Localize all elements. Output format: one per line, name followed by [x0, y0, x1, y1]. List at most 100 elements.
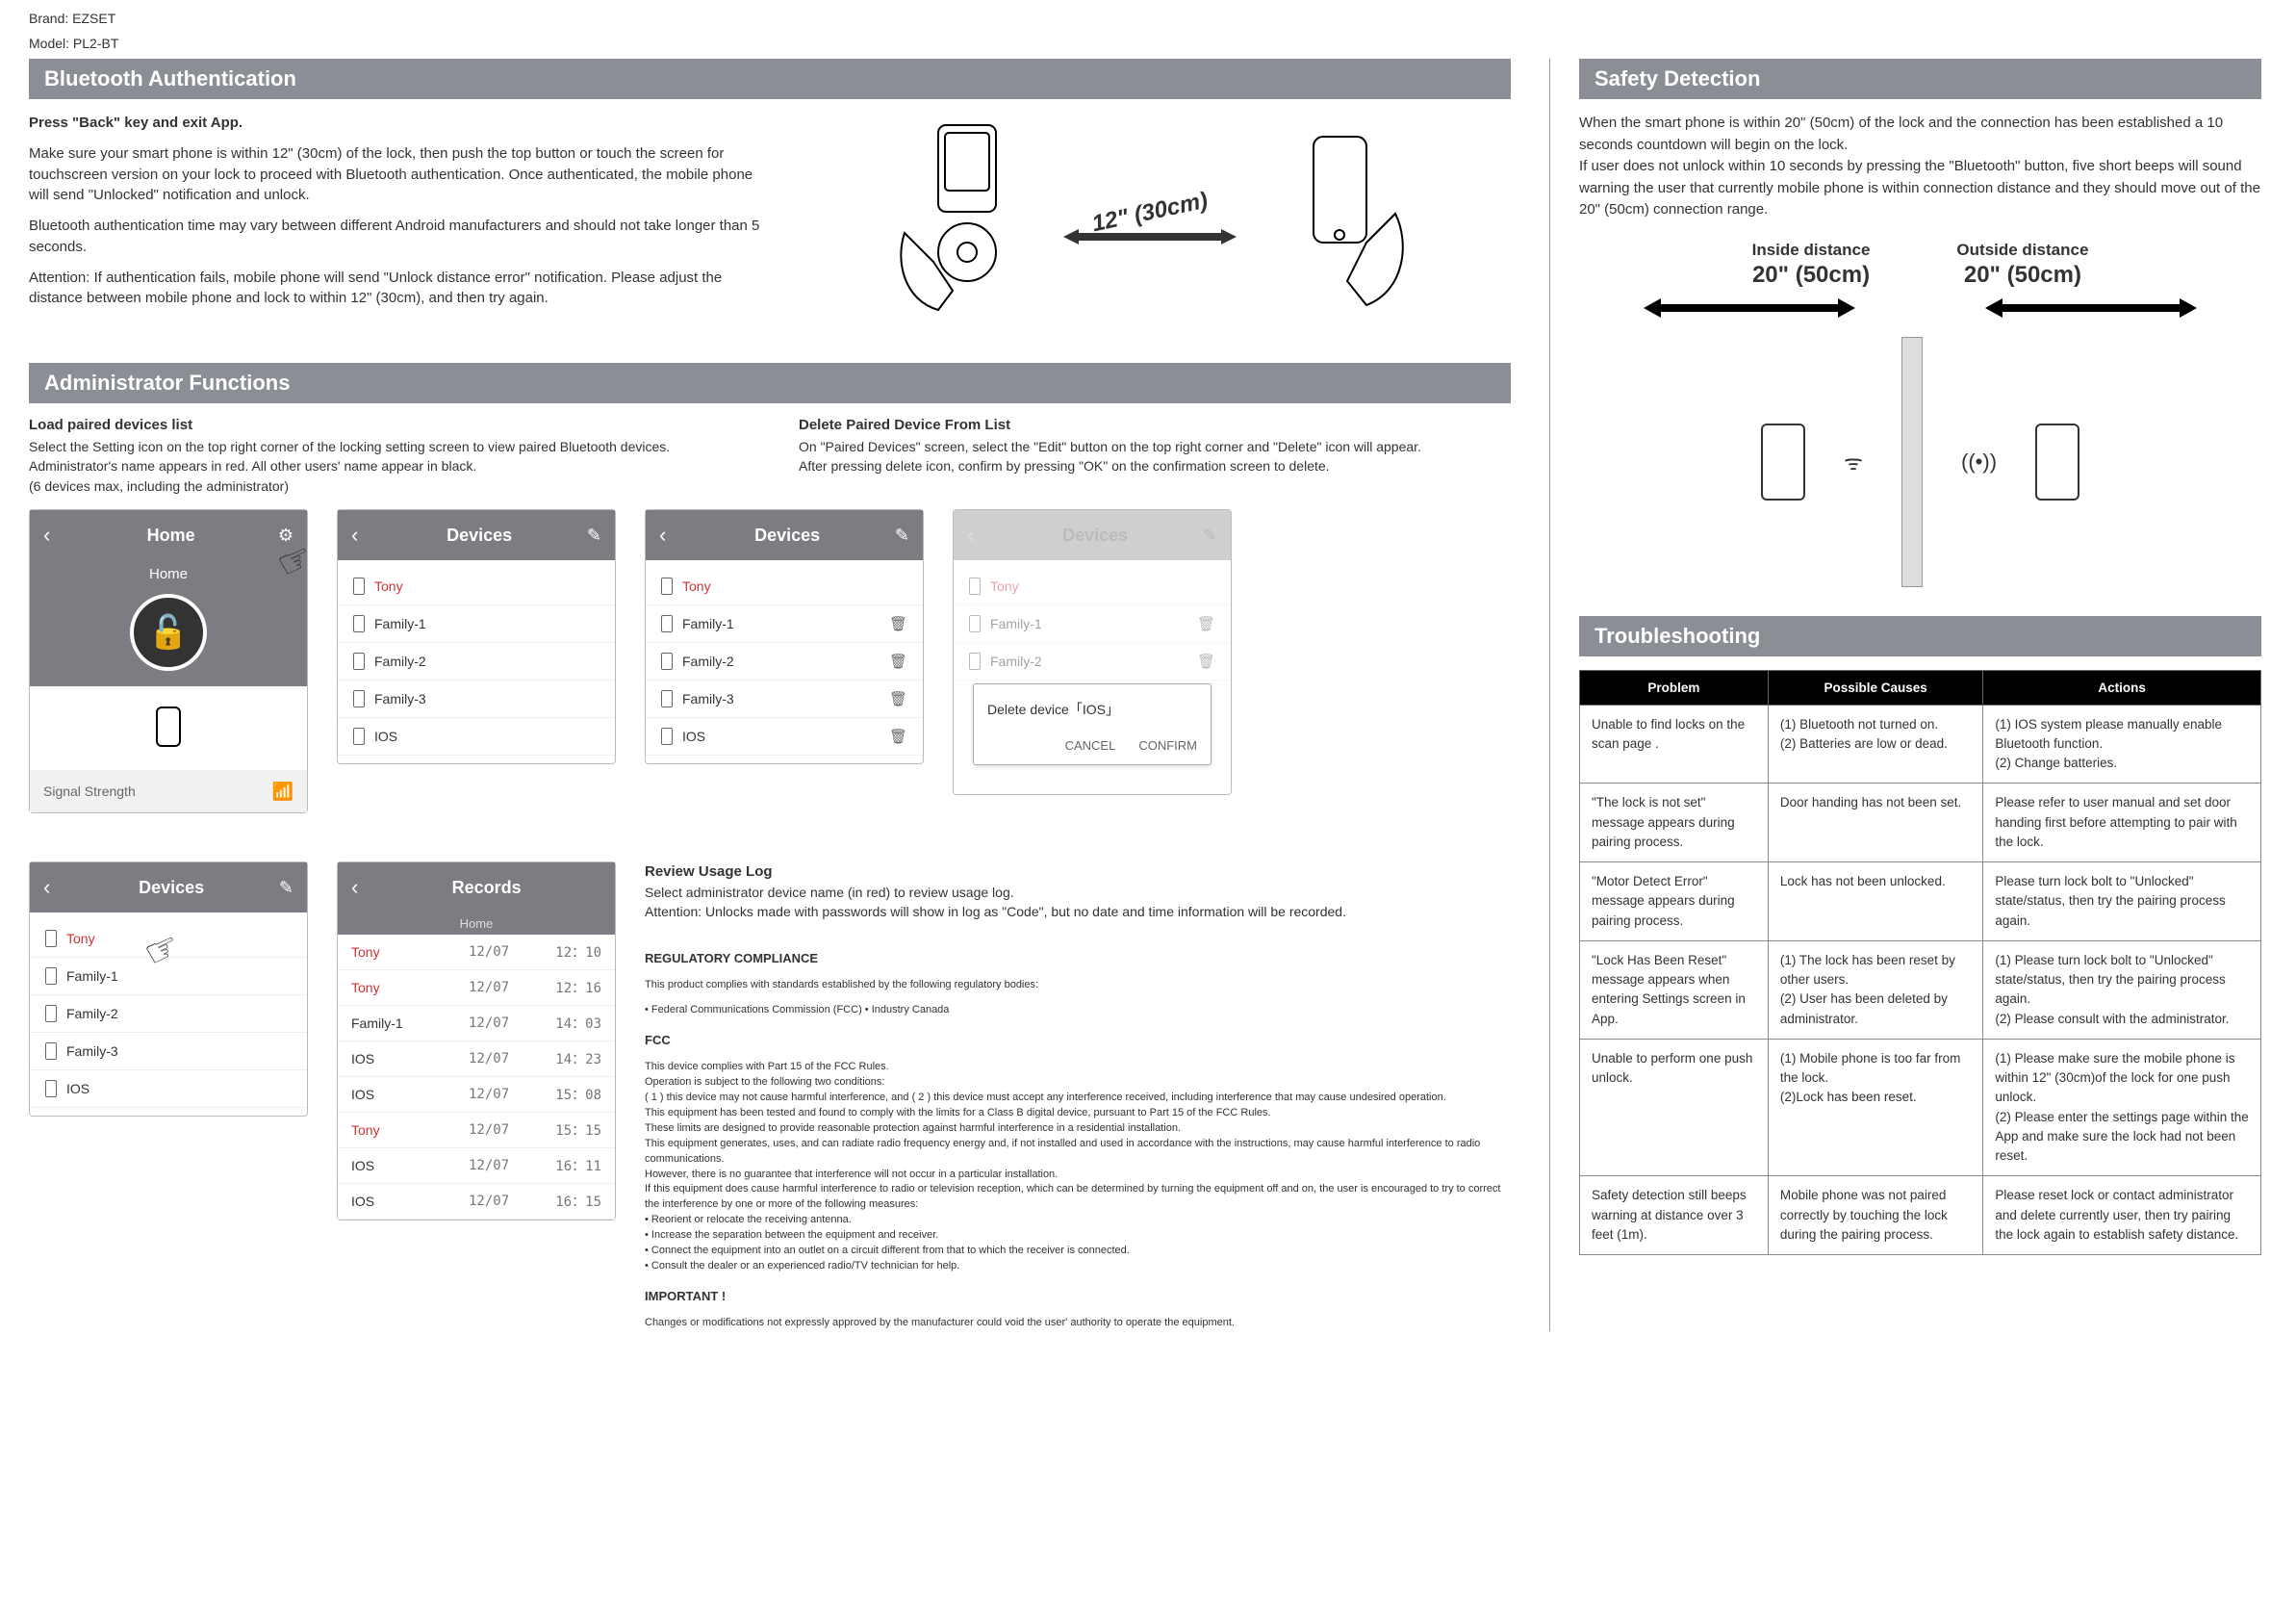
outside-phone-icon — [2035, 424, 2079, 501]
device-name: Family-2 — [990, 654, 1042, 669]
list-item[interactable]: Family-3 — [338, 681, 615, 718]
phone-icon — [969, 615, 981, 632]
devices-confirm-screen: ‹ Devices ✎ TonyFamily-1🗑Family-2🗑 Delet… — [953, 509, 1232, 795]
table-row[interactable]: Tony12/0712：10 — [338, 935, 615, 970]
list-item[interactable]: Family-1 — [338, 605, 615, 643]
back-icon[interactable]: ‹ — [351, 523, 358, 548]
list-item[interactable]: Tony — [646, 568, 923, 605]
phone-icon — [969, 578, 981, 595]
section-admin-functions: Administrator Functions — [29, 363, 1511, 403]
trash-icon[interactable]: 🗑 — [889, 653, 907, 670]
edit-icon[interactable]: ✎ — [279, 878, 293, 898]
distance-arrow-icon — [1063, 226, 1237, 247]
list-item[interactable]: Family-1 🗑 — [954, 605, 1231, 643]
device-name: Family-1 — [990, 616, 1042, 631]
confirm-button[interactable]: CONFIRM — [1138, 738, 1197, 753]
records-title: Records — [371, 878, 601, 898]
column-header: Possible Causes — [1768, 670, 1983, 705]
list-item[interactable]: IOS — [338, 718, 615, 756]
auth-attention: Attention: If authentication fails, mobi… — [29, 268, 760, 310]
dialog-message: Delete device「IOS」 — [987, 700, 1197, 719]
devices-delete-screen: ‹ Devices ✎ TonyFamily-1🗑Family-2🗑Family… — [645, 509, 924, 764]
phone-icon — [45, 930, 57, 947]
device-name: Family-1 — [66, 968, 118, 984]
fcc-body: This device complies with Part 15 of the… — [645, 1060, 1511, 1274]
devices-title: Devices — [371, 526, 587, 546]
trash-icon[interactable]: 🗑 — [1197, 653, 1215, 670]
list-item[interactable]: IOS — [30, 1070, 307, 1108]
list-item[interactable]: Family-3🗑 — [646, 681, 923, 718]
section-safety-detection: Safety Detection — [1579, 59, 2261, 99]
table-row[interactable]: IOS12/0716：11 — [338, 1148, 615, 1184]
regulatory-intro: This product complies with standards est… — [645, 978, 1511, 993]
inside-distance-arrow-icon — [1644, 296, 1855, 320]
auth-body1: Make sure your smart phone is within 12"… — [29, 143, 760, 206]
auth-illustration: 12" (30cm) — [789, 113, 1511, 334]
phone-glyph-icon — [155, 706, 182, 748]
trash-icon[interactable]: 🗑 — [889, 690, 907, 707]
device-name: Family-2 — [66, 1006, 118, 1021]
records-screen: ‹ Records Home Tony12/0712：10Tony12/0712… — [337, 861, 616, 1221]
fcc-title: FCC — [645, 1032, 1511, 1050]
phone-icon — [969, 653, 981, 670]
table-row[interactable]: Tony12/0715：15 — [338, 1113, 615, 1148]
back-icon: ‹ — [967, 523, 974, 548]
list-item[interactable]: Family-2🗑 — [646, 643, 923, 681]
trash-icon[interactable]: 🗑 — [889, 728, 907, 745]
load-heading: Load paired devices list — [29, 417, 741, 433]
phone-icon — [45, 1080, 57, 1097]
safety-body: When the smart phone is within 20" (50cm… — [1579, 113, 2261, 221]
device-name: Family-3 — [66, 1043, 118, 1059]
edit-icon[interactable]: ✎ — [587, 526, 601, 546]
list-item[interactable]: Family-2 🗑 — [954, 643, 1231, 681]
back-icon[interactable]: ‹ — [351, 875, 358, 900]
outside-distance-value: 20" (50cm) — [1956, 262, 2088, 289]
table-row[interactable]: Family-112/0714：03 — [338, 1006, 615, 1041]
phone-with-hand-illustration — [1256, 113, 1419, 334]
phone-icon — [45, 1042, 57, 1060]
lock-with-hand-illustration — [880, 113, 1044, 334]
device-name: Family-2 — [374, 654, 426, 669]
signal-row: Signal Strength 📶 — [30, 770, 307, 812]
table-row[interactable]: IOS12/0715：08 — [338, 1077, 615, 1113]
devices-title: Devices — [679, 526, 895, 546]
table-row: Unable to find locks on the scan page .(… — [1580, 705, 2261, 784]
table-row[interactable]: Tony12/0712：16 — [338, 970, 615, 1006]
back-icon[interactable]: ‹ — [659, 523, 666, 548]
list-item[interactable]: Tony — [954, 568, 1231, 605]
device-name: Family-1 — [374, 616, 426, 631]
outside-distance-label: Outside distance — [1956, 241, 2088, 260]
table-row[interactable]: IOS12/0714：23 — [338, 1041, 615, 1077]
signal-waves-icon: ᯤ — [1844, 448, 1863, 476]
device-name: IOS — [682, 729, 705, 744]
phone-icon — [661, 653, 673, 670]
list-item[interactable]: Family-2 — [338, 643, 615, 681]
list-item[interactable]: Family-2 — [30, 995, 307, 1033]
devices-title: Devices — [987, 526, 1203, 546]
list-item[interactable]: Family-3 — [30, 1033, 307, 1070]
outside-distance-arrow-icon — [1985, 296, 2197, 320]
devices-title: Devices — [64, 878, 279, 898]
column-header: Actions — [1983, 670, 2261, 705]
section-troubleshooting: Troubleshooting — [1579, 616, 2261, 656]
table-row[interactable]: IOS12/0716：15 — [338, 1184, 615, 1220]
regulatory-bullets: • Federal Communications Commission (FCC… — [645, 1003, 1511, 1018]
list-item[interactable]: IOS 🗑 — [646, 718, 923, 756]
phone-icon — [353, 690, 365, 707]
troubleshoot-table: ProblemPossible CausesActions Unable to … — [1579, 670, 2261, 1256]
list-item[interactable]: Family-1 🗑 — [646, 605, 923, 643]
cancel-button[interactable]: CANCEL — [1065, 738, 1116, 753]
important-title: IMPORTANT ! — [645, 1288, 1511, 1306]
list-item[interactable]: Tony — [338, 568, 615, 605]
home-subtitle: Home — [30, 560, 307, 588]
home-screen: ‹ Home ⚙ ☞ Home 🔓 Signal Strength 📶 — [29, 509, 308, 813]
inside-distance-label: Inside distance — [1752, 241, 1871, 260]
trash-icon[interactable]: 🗑 — [889, 615, 907, 632]
back-icon[interactable]: ‹ — [43, 875, 50, 900]
edit-icon[interactable]: ✎ — [895, 526, 909, 546]
device-name: Family-1 — [682, 616, 734, 631]
back-icon[interactable]: ‹ — [43, 523, 50, 548]
trash-icon[interactable]: 🗑 — [1197, 615, 1215, 632]
lock-status-icon[interactable]: 🔓 — [130, 594, 207, 671]
device-name: Tony — [990, 578, 1019, 594]
